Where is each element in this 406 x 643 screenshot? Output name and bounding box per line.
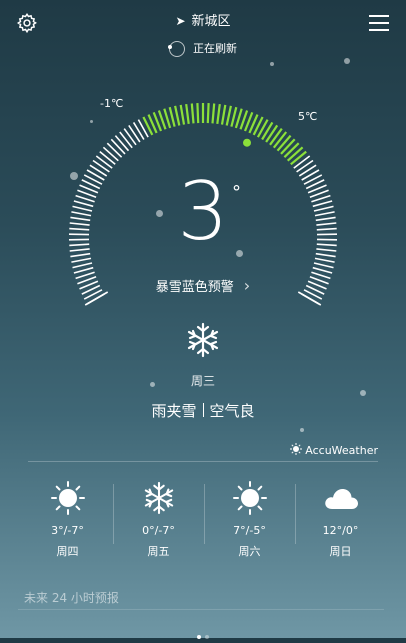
dial-tick <box>103 147 118 160</box>
forecast-temp: 0°/-7° <box>113 524 204 537</box>
today-condition: 雨夹雪空气良 <box>0 400 406 421</box>
dial-range-tick <box>227 106 231 126</box>
forecast-weekday: 周五 <box>113 543 204 559</box>
dial-range-tick <box>213 104 215 124</box>
dial-max-label: 5℃ <box>298 110 317 123</box>
snow-particle <box>360 390 366 396</box>
dial-tick <box>297 161 313 172</box>
dial-range-tick <box>192 104 194 124</box>
dial-tick <box>134 122 144 139</box>
dial-range-tick <box>197 103 198 123</box>
forecast-temp: 7°/-5° <box>204 524 295 537</box>
snowflake-icon <box>186 322 220 358</box>
forecast-weekday: 周六 <box>204 543 295 559</box>
page-dot-active <box>197 635 201 639</box>
dial-tick <box>107 143 121 157</box>
daily-forecast: 3°/-7° 周四 0°/-7° 周五 <box>22 478 386 568</box>
dial-tick <box>129 125 140 142</box>
dial-range-tick <box>281 139 295 154</box>
dial-range-tick <box>217 104 220 124</box>
divider <box>28 461 378 462</box>
dial-range-tick <box>222 105 225 125</box>
dial-tick <box>100 152 115 165</box>
snowflake-icon <box>143 480 175 516</box>
dial-tick <box>115 136 128 151</box>
snow-particle <box>344 58 350 64</box>
condition-label: 雨夹雪 <box>151 402 196 420</box>
dial-tick <box>96 156 112 168</box>
dial-tick <box>315 258 335 262</box>
air-quality-label[interactable]: 空气良 <box>210 402 255 420</box>
dial-range-tick <box>266 125 277 142</box>
provider-label: AccuWeather <box>305 444 378 457</box>
chevron-right-icon: › <box>244 276 250 295</box>
dial-range-tick <box>231 107 236 126</box>
sun-icon <box>50 480 86 516</box>
dial-tick <box>71 258 91 262</box>
dial-range-tick <box>186 104 189 124</box>
snow-particle <box>300 428 304 432</box>
dial-tick <box>314 263 334 268</box>
forecast-weekday: 周日 <box>295 543 386 559</box>
dial-range-tick <box>274 132 286 148</box>
dial-range-tick <box>170 107 175 126</box>
cloud-icon <box>323 485 359 511</box>
dial-tick <box>70 254 90 257</box>
current-weather-icon <box>186 322 220 358</box>
dial-range-tick <box>270 129 282 145</box>
dial-tick <box>294 156 310 168</box>
current-temperature: 3 <box>0 172 406 252</box>
forecast-temp: 12°/0° <box>295 524 386 537</box>
dial-tick <box>93 161 109 172</box>
page-indicator <box>0 624 406 643</box>
forecast-day[interactable]: 7°/-5° 周六 <box>204 478 295 568</box>
degree-symbol: ° <box>232 182 241 203</box>
today-weekday: 周三 <box>0 372 406 389</box>
dial-range-tick <box>288 147 303 160</box>
snow-particle <box>270 62 274 66</box>
dial-range-tick <box>284 143 298 157</box>
refresh-status: 正在刷新 <box>0 40 406 57</box>
dial-tick <box>120 132 132 148</box>
location-arrow-icon: ➤ <box>175 14 185 28</box>
dial-range-tick <box>236 109 242 128</box>
dial-range-tick <box>291 152 306 165</box>
dial-tick <box>316 254 336 257</box>
forecast-temp: 3°/-7° <box>22 524 113 537</box>
forecast-weekday: 周四 <box>22 543 113 559</box>
refresh-spinner-icon <box>169 41 185 57</box>
location-header[interactable]: ➤ 新城区 <box>0 10 406 29</box>
dial-tick <box>73 263 93 268</box>
dial-tick <box>74 268 93 273</box>
location-label: 新城区 <box>192 14 231 29</box>
dial-range-tick <box>278 136 291 151</box>
hourly-forecast-link[interactable]: 未来 24 小时预报 <box>24 589 119 606</box>
dial-tick <box>313 268 332 273</box>
dial-range-tick <box>208 103 209 123</box>
forecast-day[interactable]: 12°/0° 周日 <box>295 478 386 568</box>
divider <box>18 609 384 610</box>
dial-range-tick <box>175 106 179 126</box>
sun-icon <box>232 480 268 516</box>
current-temp-marker <box>243 139 251 147</box>
hamburger-menu-icon <box>368 13 390 33</box>
dial-min-label: -1℃ <box>100 97 123 110</box>
dial-range-tick <box>181 105 184 125</box>
alert-label: 暴雪蓝色预警 <box>156 280 234 295</box>
accuweather-icon <box>290 443 302 455</box>
page-dot <box>205 635 209 639</box>
condition-separator <box>203 403 204 417</box>
menu-button[interactable] <box>368 13 390 33</box>
refresh-label: 正在刷新 <box>193 42 237 55</box>
weather-alert[interactable]: 暴雪蓝色预警 › <box>0 276 406 295</box>
dial-tick <box>124 129 136 145</box>
provider-credit[interactable]: AccuWeather <box>290 443 378 457</box>
dial-range-tick <box>164 109 170 128</box>
dial-tick <box>111 139 125 154</box>
forecast-day[interactable]: 0°/-7° 周五 <box>113 478 204 568</box>
forecast-day[interactable]: 3°/-7° 周四 <box>22 478 113 568</box>
